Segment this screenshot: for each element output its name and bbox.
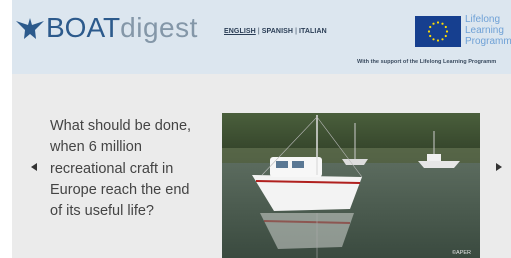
- lifelong-line-2: Learning: [465, 25, 504, 36]
- language-separator: |: [295, 28, 297, 35]
- support-text: With the support of the Lifelong Learnin…: [357, 59, 497, 65]
- question-line: when 6 million: [50, 139, 142, 156]
- chevron-left-icon[interactable]: [31, 163, 37, 171]
- language-separator: |: [257, 28, 260, 35]
- language-english-link[interactable]: ENGLISH: [224, 28, 256, 35]
- hero-question: What should be done, when 6 million recr…: [50, 116, 210, 222]
- site-logo[interactable]: BOAT digest: [14, 10, 198, 46]
- photo-credit: ©APER: [451, 250, 471, 256]
- hero-slider: What should be done, when 6 million recr…: [12, 74, 511, 258]
- chevron-right-icon[interactable]: [496, 163, 502, 171]
- lifelong-line-3: Programm: [465, 36, 511, 47]
- language-italian-link[interactable]: ITALIAN: [299, 28, 327, 35]
- hero-photo: ©APER: [222, 113, 480, 258]
- question-line: Europe reach the end: [50, 181, 190, 198]
- question-line: recreational craft in: [50, 160, 174, 177]
- lifelong-line-1: Lifelong: [465, 14, 501, 25]
- language-spanish-link[interactable]: SPANISH: [262, 28, 293, 35]
- site-header: BOAT digest ENGLISH | SPANISH | ITALIAN Lifel…: [12, 0, 511, 74]
- question-line: What should be done,: [50, 118, 192, 134]
- boat-logo-icon: [16, 18, 44, 39]
- question-line: of its useful life?: [50, 203, 154, 220]
- language-switcher: ENGLISH | SPANISH | ITALIAN: [224, 28, 327, 35]
- logo-boat-text: BOAT: [46, 12, 121, 43]
- logo-digest-text: digest: [120, 12, 198, 43]
- lifelong-learning-label: Lifelong Learning Programm: [465, 14, 511, 47]
- eu-flag-icon: [415, 16, 461, 47]
